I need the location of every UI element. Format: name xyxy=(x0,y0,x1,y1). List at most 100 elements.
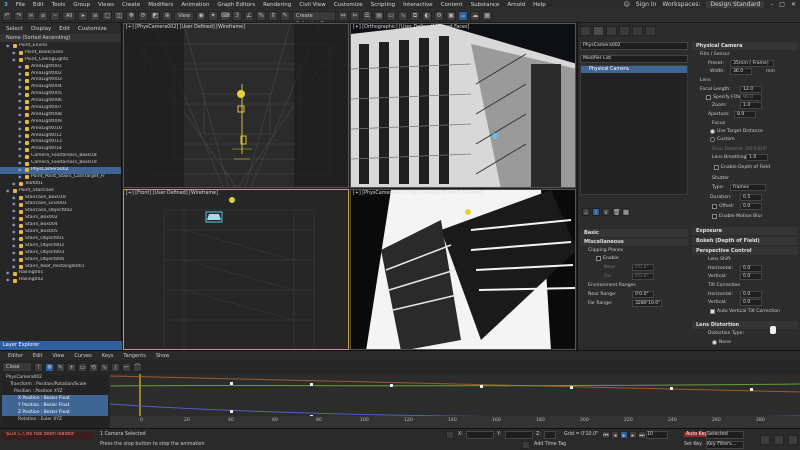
sign-in-link[interactable]: Sign In xyxy=(636,1,657,8)
explorer-menu-edit[interactable]: Edit xyxy=(59,26,70,32)
visibility-eye-icon[interactable]: ◉ xyxy=(18,133,23,140)
auto-tilt-checkbox[interactable] xyxy=(710,309,715,314)
menu-arnold[interactable]: Arnold xyxy=(503,2,529,8)
a360-gallery-icon[interactable]: ▦ xyxy=(482,10,493,21)
move-icon[interactable]: ✥ xyxy=(126,10,137,21)
rollout-basic[interactable]: Basic xyxy=(580,229,688,237)
tree-item[interactable]: ◉ Stairs_Object001 xyxy=(0,236,121,243)
edit-named-selection-icon[interactable]: ✎ xyxy=(280,10,291,21)
move-keys-icon[interactable]: ✥ xyxy=(45,362,54,372)
utilities-tab-icon[interactable] xyxy=(645,26,656,36)
tree-item[interactable]: ◉ AreaLight002 xyxy=(0,71,121,78)
lens-shift-horizontal-spinner[interactable]: 0.0 xyxy=(740,265,762,272)
track-item[interactable]: Y Position : Bezier Float xyxy=(2,402,108,409)
retimer-icon[interactable]: ⟲ xyxy=(89,362,98,372)
visibility-eye-icon[interactable]: ◉ xyxy=(18,126,23,133)
visibility-eye-icon[interactable]: ◉ xyxy=(18,105,23,112)
visibility-eye-icon[interactable]: ◉ xyxy=(12,50,17,57)
render-production-icon[interactable]: ☕ xyxy=(458,10,469,21)
named-selection-set-dropdown[interactable]: Create Selection Se xyxy=(292,10,337,22)
visibility-eye-icon[interactable]: ◉ xyxy=(18,174,23,181)
motion-blur-checkbox[interactable] xyxy=(712,214,717,219)
visibility-eye-icon[interactable]: ◉ xyxy=(18,91,23,98)
tree-item[interactable]: ◉ AreaLight004 xyxy=(0,84,121,91)
tree-item[interactable]: ◉ AreaLight012 xyxy=(0,133,121,140)
tree-item[interactable]: ◉ Stairs_Object006 xyxy=(0,257,121,264)
tree-item[interactable]: ◉ Text001 xyxy=(0,181,121,188)
visibility-eye-icon[interactable]: ◉ xyxy=(18,77,23,84)
near-clip-spinner[interactable]: 0'0.0" xyxy=(632,264,654,271)
z-coord-field[interactable] xyxy=(544,431,556,439)
viewport-top-left[interactable]: [+] [PhysCamera002] [User Defined] [Wire… xyxy=(123,23,349,188)
visibility-eye-icon[interactable]: ◉ xyxy=(18,146,23,153)
scale-icon[interactable]: ◩ xyxy=(150,10,161,21)
configure-sets-icon[interactable]: ▦ xyxy=(622,208,630,216)
rendered-frame-window-icon[interactable]: ▣ xyxy=(446,10,457,21)
tree-item[interactable]: ◉ AreaLight006 xyxy=(0,98,121,105)
mirror-icon[interactable]: ⇔ xyxy=(338,10,349,21)
tree-item[interactable]: ◉ PhysCamera002 xyxy=(0,167,121,174)
menu-substance[interactable]: Substance xyxy=(467,2,504,8)
tree-item[interactable]: ◉ Stairs_Object002 xyxy=(0,243,121,250)
menu-scripting[interactable]: Scripting xyxy=(367,2,399,8)
redo-icon[interactable]: ↷ xyxy=(14,10,24,21)
maximize-icon[interactable]: □ xyxy=(779,1,785,8)
rollout-physical-camera[interactable]: Physical Camera xyxy=(692,42,798,50)
display-tab-icon[interactable] xyxy=(632,26,643,36)
rollout-miscellaneous[interactable]: Miscellaneous xyxy=(580,238,688,246)
tree-item[interactable]: ◉ AreaLight010 xyxy=(0,126,121,133)
visibility-eye-icon[interactable]: ◉ xyxy=(12,257,17,264)
tree-item[interactable]: ◉ Point_Enviro xyxy=(0,43,121,50)
visibility-eye-icon[interactable]: ◉ xyxy=(12,264,17,271)
curve-menu-show[interactable]: Show xyxy=(156,353,170,359)
time-tag-icon[interactable] xyxy=(522,441,530,449)
schematic-view-icon[interactable]: ⧉ xyxy=(410,10,421,21)
tree-item[interactable]: ◉ Camera_Fooltarears_Box018 xyxy=(0,153,121,160)
custom-radio[interactable] xyxy=(710,137,715,142)
curve-menu-curves[interactable]: Curves xyxy=(74,353,91,359)
percent-snap-icon[interactable]: % xyxy=(256,10,267,21)
step-tangent-icon[interactable]: ⌐ xyxy=(122,362,131,372)
x-coord-field[interactable] xyxy=(466,431,494,439)
toggle-layer-explorer-icon[interactable]: ▤ xyxy=(374,10,385,21)
object-name-field[interactable]: PhysCamera002 xyxy=(580,42,688,50)
visibility-eye-icon[interactable]: ◉ xyxy=(18,139,23,146)
visibility-eye-icon[interactable]: ◉ xyxy=(12,215,17,222)
tree-item[interactable]: ◉ Point_CeilingLights xyxy=(0,57,121,64)
explorer-menu-customize[interactable]: Customize xyxy=(78,26,107,32)
track-item[interactable]: X Position : Bezier Float xyxy=(2,395,108,402)
pan-view-icon[interactable] xyxy=(788,435,798,445)
menu-civil-view[interactable]: Civil View xyxy=(295,2,329,8)
zoom-extents-icon[interactable] xyxy=(760,435,770,445)
maxscript-listener[interactable]: "$LiX C:\ Bk has been loaded" xyxy=(2,432,94,440)
visibility-eye-icon[interactable]: ◉ xyxy=(12,222,17,229)
next-frame-icon[interactable]: ▸ xyxy=(629,431,637,439)
stack-item-physical-camera[interactable]: Physical Camera xyxy=(581,66,687,73)
orbit-icon[interactable] xyxy=(774,435,784,445)
undo-icon[interactable]: ↶ xyxy=(2,10,12,21)
visibility-eye-icon[interactable]: ◉ xyxy=(6,188,11,195)
duration-spinner[interactable]: 0.5 xyxy=(740,194,762,201)
visibility-eye-icon[interactable]: ◉ xyxy=(18,153,23,160)
layer-explorer-tab[interactable]: Layer Explorer xyxy=(0,341,122,350)
zoom-spinner[interactable]: 1.0 xyxy=(740,102,762,109)
column-header-name[interactable]: Name (Sorted Ascending) xyxy=(0,34,121,42)
tree-item[interactable]: ◉ AreaLight005 xyxy=(0,91,121,98)
modify-tab-icon[interactable] xyxy=(593,26,604,36)
shutter-type-dropdown[interactable]: frames xyxy=(730,184,766,191)
window-crossing-icon[interactable]: ◫ xyxy=(114,10,125,21)
tree-item[interactable]: ◉ AreaLight001 xyxy=(0,64,121,71)
motion-tab-icon[interactable] xyxy=(619,26,630,36)
reference-coordinate-dropdown[interactable]: View xyxy=(174,10,195,21)
visibility-eye-icon[interactable]: ◉ xyxy=(18,84,23,91)
select-by-name-icon[interactable]: ≡ xyxy=(90,10,101,21)
menu-tools[interactable]: Tools xyxy=(48,2,70,8)
enable-dof-checkbox[interactable] xyxy=(714,165,719,170)
add-time-tag[interactable]: Add Time Tag xyxy=(534,442,566,447)
angle-snap-icon[interactable]: ∠ xyxy=(244,10,255,21)
toggle-scene-explorer-icon[interactable]: ☰ xyxy=(362,10,373,21)
rotate-icon[interactable]: ⟳ xyxy=(138,10,149,21)
show-end-result-icon[interactable]: I xyxy=(592,208,600,216)
app-logo[interactable]: 3 xyxy=(0,2,12,8)
visibility-eye-icon[interactable]: ◉ xyxy=(6,277,11,284)
